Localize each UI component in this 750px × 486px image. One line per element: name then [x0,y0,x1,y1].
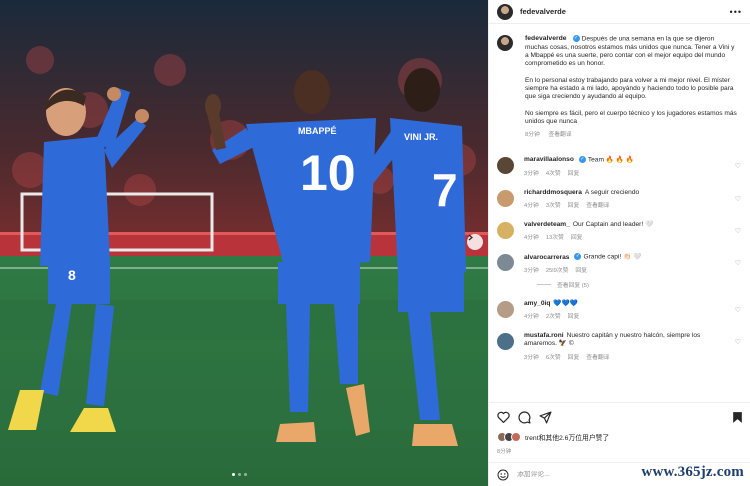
translate-link[interactable]: 查看翻译 [548,132,571,138]
carousel-dot [238,473,241,476]
verified-badge-icon: ✓ [572,35,580,42]
caption-text-3: No siempre es fácil, pero el cuerpo técn… [525,109,737,126]
comments-list: maravillaalonso ✓ Team 🔥 🔥 🔥 3分钟 4次赞 回复 ♡ ri… [489,156,750,361]
comment-text: Team 🔥 🔥 🔥 [587,156,635,164]
avatar[interactable] [497,35,513,51]
translate-link[interactable]: 查看翻译 [586,355,609,361]
carousel-dot [232,473,235,476]
caption-paragraph-1: fedevalverde ✓ Después de una semana en la… [525,35,737,68]
timestamp: 8分钟 [525,131,540,138]
reply-button[interactable]: 回复 [575,268,587,274]
like-heart-icon[interactable]: ♡ [735,195,741,203]
jersey-name-right: VINI JR. [404,132,438,142]
avatar [511,432,521,442]
translate-link[interactable]: 查看翻译 [586,203,609,209]
verified-badge-icon: ✓ [574,253,582,261]
verified-badge-icon: ✓ [578,156,586,164]
caption-meta: 8分钟 查看翻译 [525,131,737,139]
comment-likes[interactable]: 25l9次赞 [546,268,569,274]
avatar[interactable] [497,189,514,207]
header-username[interactable]: fedevalverde [520,7,566,16]
view-replies-link[interactable]: 查看回复 (5) [537,280,742,289]
comment-time: 4分钟 [524,314,539,321]
comment-username[interactable]: alvarocarreras [524,254,569,261]
post-photo: 8 MBAPPÉ 10 VINI JR. 7 [0,0,488,486]
comment-likes[interactable]: 2次赞 [546,314,561,320]
comment-text: Our Captain and leader! 🤍 [572,220,654,228]
comment-username[interactable]: richarddmosquera [524,189,582,196]
comment-item: valverdeteam_ Our Captain and leader! 🤍 4… [497,221,742,241]
like-heart-icon[interactable] [497,411,510,423]
comment-time: 3分钟 [524,267,539,274]
caption: fedevalverde ✓ Después de una semana en la… [489,24,750,139]
comment-text: 💙💙💙 [553,299,579,307]
likes-summary[interactable]: trent和其他2.6万位用户赞了 [497,432,743,442]
avatar[interactable] [497,221,514,239]
comment-username[interactable]: amy_0iq [524,300,550,307]
comment-item: richarddmosquera A seguir creciendo 4分钟 3次… [497,189,742,209]
caption-username[interactable]: fedevalverde [525,35,567,42]
comment-item: amy_0iq 💙💙💙 4分钟 2次赞 回复 ♡ [497,300,742,320]
comment-likes[interactable]: 3次赞 [546,203,561,209]
watermark-text: www.365jz.com [641,464,744,480]
comment-input[interactable] [517,471,627,478]
comment-time: 4分钟 [524,202,539,209]
post-details-panel: fedevalverde ••• fedevalverde ✓ Después de… [488,0,750,486]
comment-username[interactable]: mustafa.roni [524,332,564,339]
comment-item: alvarocarreras ✓ Grande capi! 👏🏻 🤍 3分钟 25l9… [497,253,742,274]
jersey-number-right: 7 [432,164,458,216]
avatar[interactable] [497,254,514,272]
avatar[interactable] [497,3,513,20]
comment-likes[interactable]: 4次赞 [546,171,561,177]
like-heart-icon[interactable]: ♡ [735,338,741,346]
comment-time: 3分钟 [524,170,539,177]
reply-button[interactable]: 回复 [568,314,580,320]
carousel-dot [244,473,247,476]
jersey-name-center: MBAPPÉ [298,126,337,136]
more-horizontal-icon[interactable]: ••• [730,7,742,17]
jersey-number-left: 8 [68,267,76,283]
reply-button[interactable]: 回复 [568,203,580,209]
reply-button[interactable]: 回复 [571,235,583,241]
caption-text-2: En lo personal estoy trabajando para vol… [525,76,734,101]
reply-button[interactable]: 回复 [568,355,580,361]
avatar[interactable] [497,300,514,318]
comment-username[interactable]: valverdeteam_ [524,221,570,228]
bookmark-save-icon[interactable] [732,411,743,424]
chevron-right-icon [468,234,473,241]
emoji-smiley-icon[interactable] [497,469,509,481]
share-send-icon[interactable] [539,410,552,424]
comment-text: Grande capi! 👏🏻 🤍 [583,253,642,261]
avatar[interactable] [497,333,514,351]
comment-time: 3分钟 [524,354,539,361]
comment-item: maravillaalonso ✓ Team 🔥 🔥 🔥 3分钟 4次赞 回复 ♡ [497,156,742,177]
post-actions: trent和其他2.6万位用户赞了 8分钟 [489,402,750,455]
post-header: fedevalverde ••• [489,0,750,24]
jersey-number-center: 10 [300,145,356,201]
carousel-next-button[interactable] [467,234,483,250]
comment-bubble-icon[interactable] [518,410,531,424]
comment-time: 4分钟 [524,235,539,242]
reply-button[interactable]: 回复 [568,171,580,177]
carousel-indicator [232,473,247,476]
comment-likes[interactable]: 6次赞 [546,355,561,361]
like-heart-icon[interactable]: ♡ [735,227,741,235]
comment-username[interactable]: maravillaalonso [524,156,574,163]
comment-text: A seguir creciendo [584,188,640,196]
like-heart-icon[interactable]: ♡ [735,162,741,170]
avatar[interactable] [497,157,514,175]
post-date: 8分钟 [497,449,512,455]
like-heart-icon[interactable]: ♡ [735,259,741,267]
likes-text[interactable]: trent和其他2.6万位用户赞了 [525,432,609,442]
like-heart-icon[interactable]: ♡ [735,306,741,314]
comment-item: mustafa.roni Nuestro capitán y nuestro ha… [497,332,742,361]
match-photo-illustration: 8 MBAPPÉ 10 VINI JR. 7 [0,0,488,486]
comment-likes[interactable]: 13次赞 [546,235,564,241]
